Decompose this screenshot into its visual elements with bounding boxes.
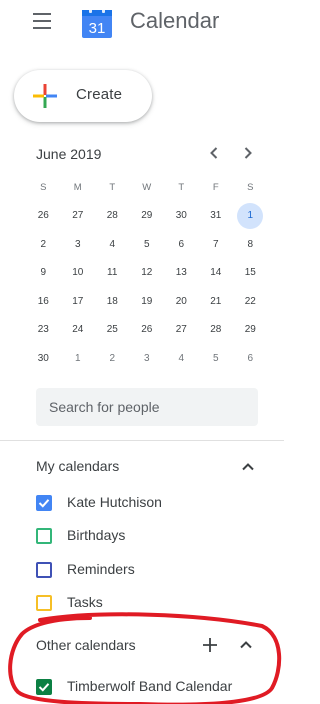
my-calendars-collapse-button[interactable] — [238, 457, 258, 477]
calendar-item-reminders[interactable]: Reminders — [36, 559, 266, 583]
calendar-day[interactable]: 31 — [199, 202, 234, 231]
calendar-day[interactable]: 13 — [164, 259, 199, 288]
calendar-day-next-month[interactable]: 4 — [164, 344, 199, 373]
my-calendars-title: My calendars — [36, 458, 120, 474]
checkbox-checked[interactable] — [36, 495, 52, 511]
calendar-day[interactable]: 16 — [26, 287, 61, 316]
calendar-item-label: Tasks — [67, 594, 103, 610]
calendar-day-today[interactable]: 1 — [233, 202, 268, 231]
chevron-up-icon — [240, 641, 252, 649]
chevron-left-icon — [210, 147, 218, 159]
week-row: 9 10 11 12 13 14 15 — [26, 259, 268, 288]
section-divider — [0, 440, 284, 441]
calendar-item-timberwolf-band[interactable]: Timberwolf Band Calendar — [36, 676, 266, 700]
calendar-day[interactable]: 12 — [130, 259, 165, 288]
calendar-day[interactable]: 26 — [130, 316, 165, 345]
weekday-label: S — [40, 181, 47, 193]
checkmark-icon — [38, 683, 50, 692]
calendar-day[interactable]: 15 — [233, 259, 268, 288]
calendar-day-next-month[interactable]: 6 — [233, 344, 268, 373]
calendar-day[interactable]: 27 — [61, 202, 96, 231]
checkbox-unchecked[interactable] — [36, 595, 52, 611]
month-label: June 2019 — [36, 146, 102, 162]
calendar-day-next-month[interactable]: 1 — [61, 344, 96, 373]
app-title: Calendar — [130, 8, 220, 33]
week-row: 30 1 2 3 4 5 6 — [26, 344, 268, 373]
other-calendars-collapse-button[interactable] — [236, 635, 256, 655]
weekday-label: M — [73, 181, 82, 193]
calendar-item-label: Reminders — [67, 561, 135, 577]
checkbox-unchecked[interactable] — [36, 528, 52, 544]
calendar-day[interactable]: 21 — [199, 287, 234, 316]
week-row: 2 3 4 5 6 7 8 — [26, 230, 268, 259]
calendar-day[interactable]: 26 — [26, 202, 61, 231]
calendar-day[interactable]: 28 — [95, 202, 130, 231]
calendar-day-next-month[interactable]: 2 — [95, 344, 130, 373]
today-marker: 1 — [237, 202, 264, 229]
calendar-logo: 31 — [80, 6, 114, 40]
calendar-item-kate-hutchison[interactable]: Kate Hutchison — [36, 492, 266, 516]
weekday-label: W — [142, 181, 152, 193]
calendar-day[interactable]: 11 — [95, 259, 130, 288]
calendar-day[interactable]: 30 — [26, 344, 61, 373]
calendar-item-tasks[interactable]: Tasks — [36, 592, 266, 616]
plus-icon — [203, 638, 217, 652]
checkmark-icon — [38, 499, 50, 508]
calendar-day-next-month[interactable]: 3 — [130, 344, 165, 373]
calendar-day[interactable]: 22 — [233, 287, 268, 316]
calendar-day[interactable]: 5 — [130, 230, 165, 259]
calendar-day[interactable]: 27 — [164, 316, 199, 345]
calendar-day[interactable]: 6 — [164, 230, 199, 259]
calendar-item-birthdays[interactable]: Birthdays — [36, 525, 266, 549]
calendar-day[interactable]: 23 — [26, 316, 61, 345]
week-row: 23 24 25 26 27 28 29 — [26, 316, 268, 345]
calendar-day[interactable]: 8 — [233, 230, 268, 259]
search-people-input[interactable] — [36, 388, 258, 426]
calendar-day[interactable]: 28 — [199, 316, 234, 345]
week-row: 16 17 18 19 20 21 22 — [26, 287, 268, 316]
calendar-day[interactable]: 2 — [26, 230, 61, 259]
next-month-button[interactable] — [238, 143, 258, 163]
weekday-label: T — [178, 181, 185, 193]
calendar-day[interactable]: 4 — [95, 230, 130, 259]
calendar-day-next-month[interactable]: 5 — [199, 344, 234, 373]
weekday-label: T — [109, 181, 116, 193]
add-other-calendar-button[interactable] — [200, 635, 220, 655]
calendar-day[interactable]: 19 — [130, 287, 165, 316]
logo-day-number: 31 — [89, 20, 106, 37]
colored-plus-icon — [33, 84, 57, 108]
search-people-box — [36, 388, 258, 426]
calendar-day[interactable]: 24 — [61, 316, 96, 345]
chevron-up-icon — [242, 463, 254, 471]
prev-month-button[interactable] — [204, 143, 224, 163]
weekday-label: S — [247, 181, 254, 193]
calendar-day[interactable]: 30 — [164, 202, 199, 231]
chevron-right-icon — [244, 147, 252, 159]
calendar-day[interactable]: 18 — [95, 287, 130, 316]
calendar-day[interactable]: 29 — [130, 202, 165, 231]
calendar-day[interactable]: 10 — [61, 259, 96, 288]
calendar-day[interactable]: 7 — [199, 230, 234, 259]
calendar-day[interactable]: 25 — [95, 316, 130, 345]
mini-calendar-grid: S M T W T F S 26 27 28 29 30 31 1 2 3 4 … — [26, 173, 268, 373]
hamburger-menu-icon — [33, 13, 51, 15]
weekday-label: F — [212, 181, 219, 193]
create-button-label: Create — [76, 86, 123, 103]
calendar-item-label: Timberwolf Band Calendar — [67, 678, 233, 694]
calendar-day[interactable]: 17 — [61, 287, 96, 316]
week-row: 26 27 28 29 30 31 1 — [26, 202, 268, 231]
checkbox-checked[interactable] — [36, 679, 52, 695]
calendar-item-label: Birthdays — [67, 527, 126, 543]
calendar-day[interactable]: 9 — [26, 259, 61, 288]
checkbox-unchecked[interactable] — [36, 562, 52, 578]
calendar-day[interactable]: 14 — [199, 259, 234, 288]
calendar-day[interactable]: 3 — [61, 230, 96, 259]
weekday-header-row: S M T W T F S — [26, 173, 268, 202]
calendar-day[interactable]: 20 — [164, 287, 199, 316]
main-menu-button[interactable] — [33, 12, 55, 30]
other-calendars-title: Other calendars — [36, 637, 136, 653]
calendar-day[interactable]: 29 — [233, 316, 268, 345]
calendar-item-label: Kate Hutchison — [67, 494, 162, 510]
create-button[interactable]: Create — [14, 70, 152, 122]
